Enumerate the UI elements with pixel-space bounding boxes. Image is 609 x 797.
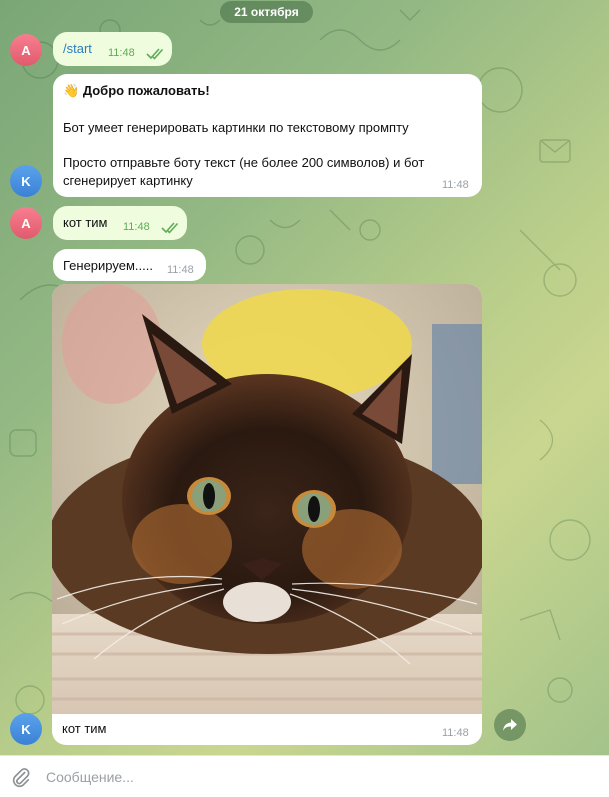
share-arrow-icon bbox=[503, 719, 517, 731]
welcome-line: сгенерирует картинку bbox=[63, 173, 193, 188]
message-welcome[interactable]: 👋 Добро пожаловать! Бот умеет генерирова… bbox=[53, 74, 482, 197]
image-caption: кот тим bbox=[62, 721, 107, 736]
user-avatar-initial: A bbox=[21, 215, 31, 231]
message-time: 11:48 bbox=[108, 47, 135, 59]
generated-cat-image[interactable] bbox=[52, 284, 482, 714]
message-input[interactable] bbox=[46, 764, 586, 790]
waving-hand-icon: 👋 bbox=[63, 83, 80, 98]
message-text: кот тим bbox=[63, 215, 108, 230]
double-check-icon bbox=[146, 48, 164, 60]
message-time: 11:48 bbox=[442, 727, 469, 739]
double-check-icon bbox=[161, 222, 179, 234]
user-avatar[interactable]: A bbox=[10, 207, 42, 239]
welcome-heading: 👋 Добро пожаловать! bbox=[63, 82, 210, 100]
message-text-link[interactable]: /start bbox=[63, 40, 92, 58]
message-start[interactable]: /start 11:48 bbox=[53, 32, 172, 66]
message-generating[interactable]: Генерируем..... 11:48 bbox=[53, 249, 206, 281]
message-time: 11:48 bbox=[442, 179, 469, 191]
bot-avatar-initial: K bbox=[21, 721, 31, 737]
bot-avatar[interactable]: K bbox=[10, 713, 42, 745]
paperclip-icon[interactable] bbox=[10, 767, 32, 789]
user-avatar-initial: A bbox=[21, 42, 31, 58]
message-time: 11:48 bbox=[123, 221, 150, 233]
message-image-result[interactable]: кот тим 11:48 bbox=[52, 284, 482, 745]
welcome-line: Просто отправьте боту текст (не более 20… bbox=[63, 155, 425, 170]
bot-avatar-initial: K bbox=[21, 173, 31, 189]
date-separator: 21 октября bbox=[220, 1, 313, 23]
message-composer bbox=[0, 755, 609, 797]
share-button[interactable] bbox=[494, 709, 526, 741]
message-text: Генерируем..... bbox=[63, 258, 153, 273]
message-user-prompt[interactable]: кот тим 11:48 bbox=[53, 206, 187, 240]
bot-avatar[interactable]: K bbox=[10, 165, 42, 197]
date-label: 21 октября bbox=[234, 5, 299, 19]
user-avatar[interactable]: A bbox=[10, 34, 42, 66]
welcome-title: Добро пожаловать! bbox=[82, 83, 210, 98]
message-time: 11:48 bbox=[167, 264, 194, 276]
welcome-line: Бот умеет генерировать картинки по текст… bbox=[63, 120, 409, 135]
